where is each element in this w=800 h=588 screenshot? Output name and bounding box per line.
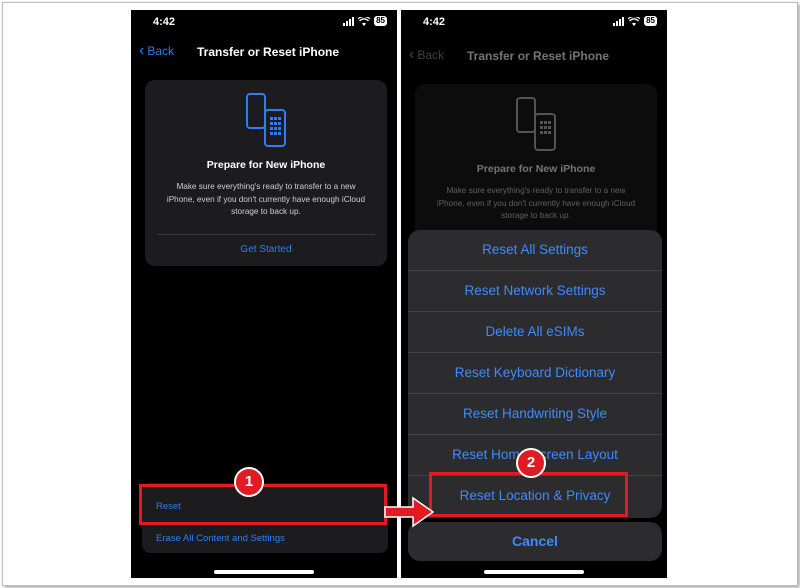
- highlight-box-reset: [139, 484, 387, 525]
- back-button[interactable]: ‹ Back: [139, 42, 175, 59]
- chevron-left-icon: ‹: [409, 46, 415, 63]
- cancel-button[interactable]: Cancel: [408, 522, 662, 561]
- card-divider: [157, 234, 375, 235]
- reset-handwriting-style-button[interactable]: Reset Handwriting Style: [408, 394, 662, 434]
- transfer-phones-icon: [246, 93, 286, 147]
- back-label: Back: [417, 48, 445, 62]
- nav-bar: ‹ Back Transfer or Reset iPhone: [131, 42, 397, 64]
- chevron-left-icon: ‹: [139, 42, 145, 59]
- prepare-card: Prepare for New iPhone Make sure everyth…: [145, 80, 387, 266]
- status-time: 4:42: [423, 16, 446, 28]
- wifi-icon: [628, 16, 641, 26]
- card-title: Prepare for New iPhone: [476, 163, 596, 175]
- page-title: Transfer or Reset iPhone: [467, 49, 610, 63]
- reset-network-settings-button[interactable]: Reset Network Settings: [408, 271, 662, 311]
- status-time: 4:42: [153, 16, 176, 28]
- wifi-icon: [358, 16, 371, 26]
- transfer-phones-icon: [516, 97, 556, 151]
- nav-bar: ‹ Back Transfer or Reset iPhone: [401, 46, 667, 68]
- delete-all-esims-button[interactable]: Delete All eSIMs: [408, 312, 662, 352]
- home-indicator: [484, 570, 584, 574]
- card-description: Make sure everything's ready to transfer…: [436, 186, 636, 220]
- signal-icon: [343, 16, 355, 26]
- back-button[interactable]: ‹ Back: [409, 46, 445, 63]
- card-description: Make sure everything's ready to transfer…: [166, 182, 366, 216]
- erase-all-button[interactable]: Erase All Content and Settings: [156, 533, 285, 544]
- card-title: Prepare for New iPhone: [206, 159, 326, 171]
- battery-icon: 85: [644, 16, 657, 26]
- reset-all-settings-button[interactable]: Reset All Settings: [408, 230, 662, 270]
- battery-icon: 85: [374, 16, 387, 26]
- back-label: Back: [147, 44, 175, 58]
- step-badge-1: 1: [234, 467, 264, 497]
- highlight-box-reset-location: [429, 472, 628, 517]
- status-icons: 85: [343, 16, 387, 26]
- step-badge-2: 2: [516, 448, 546, 478]
- home-indicator: [214, 570, 314, 574]
- get-started-button[interactable]: Get Started: [145, 244, 387, 255]
- reset-keyboard-dictionary-button[interactable]: Reset Keyboard Dictionary: [408, 353, 662, 393]
- page-title: Transfer or Reset iPhone: [197, 45, 340, 59]
- arrow-right-icon: [384, 496, 435, 528]
- status-icons: 85: [613, 16, 657, 26]
- signal-icon: [613, 16, 625, 26]
